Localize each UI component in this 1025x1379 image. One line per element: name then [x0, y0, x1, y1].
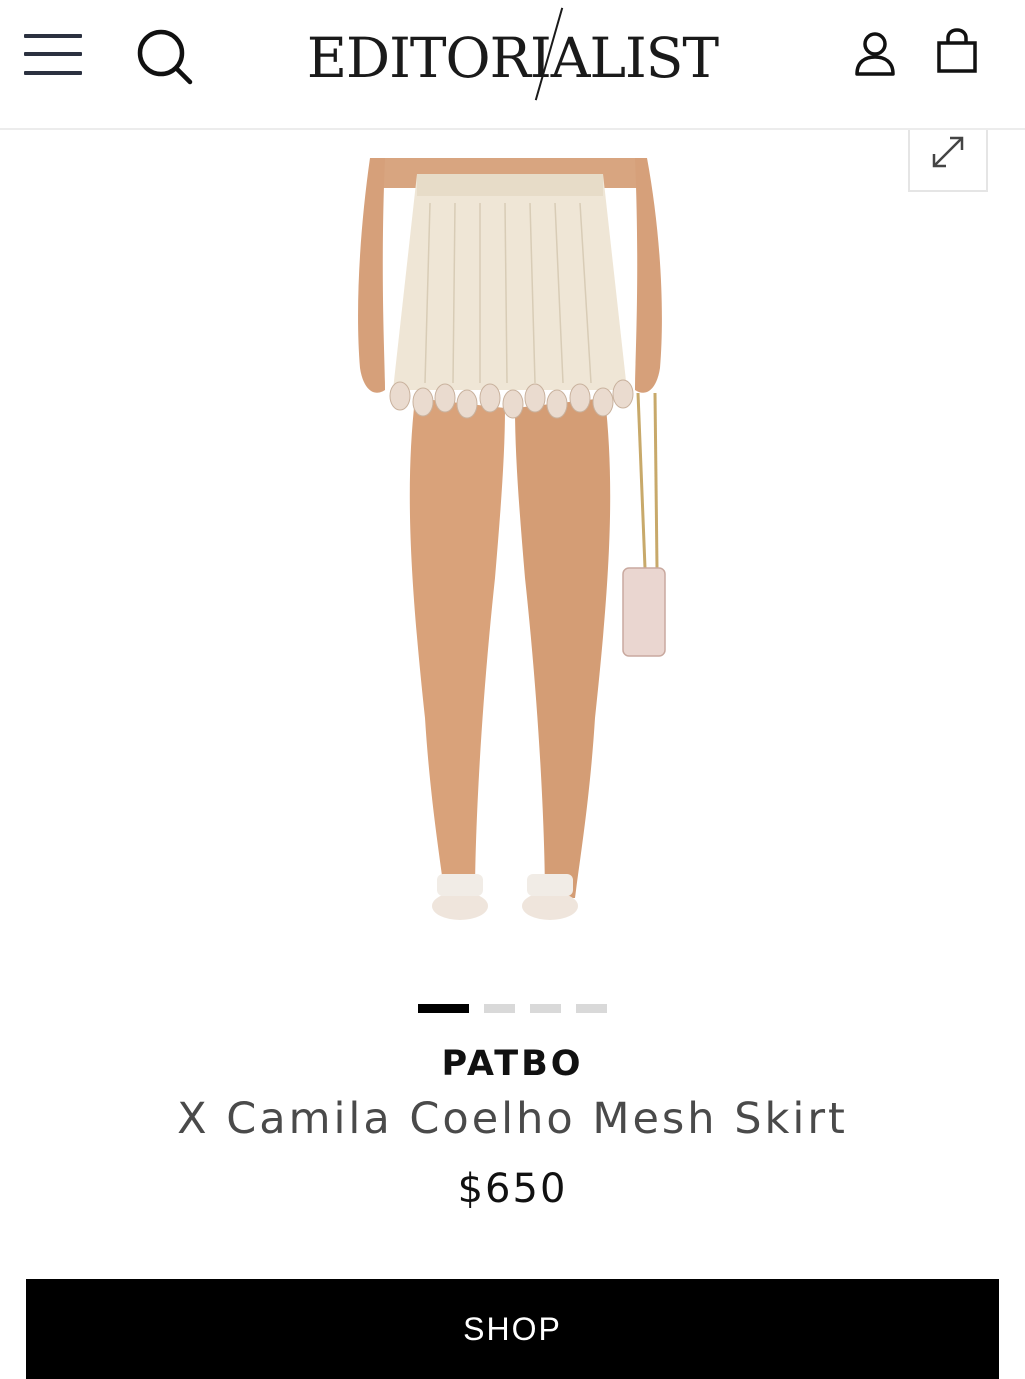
- shop-button[interactable]: SHOP: [26, 1279, 999, 1379]
- carousel-dot-4[interactable]: [576, 1004, 607, 1013]
- expand-image-button[interactable]: [908, 130, 988, 192]
- carousel-dot-1[interactable]: [418, 1004, 469, 1013]
- menu-line: [24, 52, 82, 56]
- site-logo[interactable]: EDITORIALIST: [300, 18, 725, 98]
- search-icon: [137, 29, 193, 85]
- account-button[interactable]: [852, 30, 898, 78]
- product-price: $650: [457, 1166, 568, 1212]
- product-brand[interactable]: PATBO: [0, 1044, 1025, 1084]
- menu-line: [24, 34, 82, 38]
- cart-button[interactable]: [934, 28, 980, 76]
- expand-arrows-icon: [932, 136, 964, 168]
- site-header: EDITORIALIST: [0, 0, 1025, 130]
- shopping-bag-icon: [937, 28, 977, 73]
- user-account-icon: [855, 32, 895, 76]
- menu-line: [24, 71, 82, 75]
- carousel-dot-3[interactable]: [530, 1004, 561, 1013]
- search-button[interactable]: [136, 28, 194, 86]
- product-title: X Camila Coelho Mesh Skirt: [177, 1094, 848, 1144]
- menu-button[interactable]: [24, 34, 82, 76]
- carousel-dot-2[interactable]: [484, 1004, 515, 1013]
- product-image[interactable]: [345, 158, 675, 948]
